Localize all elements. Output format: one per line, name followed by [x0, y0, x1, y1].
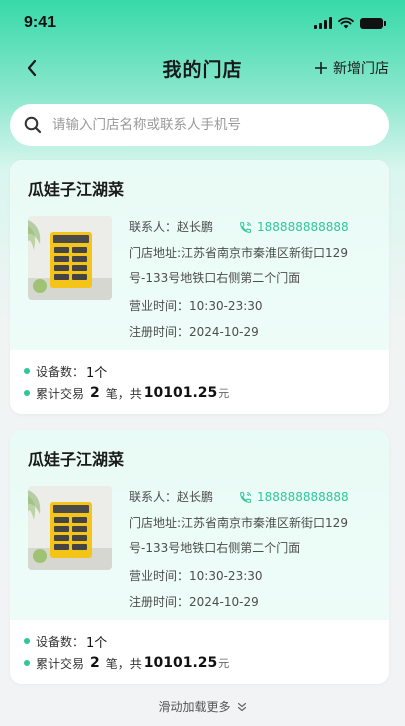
hours-label: 营业时间：: [129, 569, 190, 583]
store-hours: 营业时间：10:30-23:30: [129, 563, 377, 589]
store-reg-date: 注册时间：2024-10-29: [129, 319, 377, 345]
nav-bar: 我的门店 新增门店: [0, 46, 405, 90]
device-label: 设备数：: [36, 634, 85, 649]
store-stats: 设备数： 1个 累计交易 2 笔，共 10101.25 元: [10, 350, 389, 414]
search-input[interactable]: [52, 117, 352, 133]
store-stats: 设备数： 1个 累计交易 2 笔，共 10101.25 元: [10, 620, 389, 684]
device-label: 设备数：: [36, 364, 85, 379]
store-hours: 营业时间：10:30-23:30: [129, 293, 377, 319]
wifi-icon: [338, 17, 354, 29]
status-icons: [314, 17, 386, 29]
hours-value: 10:30-23:30: [189, 569, 263, 583]
trade-row: 累计交易 2 笔，共 10101.25 元: [24, 652, 373, 674]
phone-link[interactable]: 188888888888: [239, 484, 349, 510]
signal-icon: [314, 17, 332, 29]
hours-label: 营业时间：: [129, 299, 190, 313]
trade-unit: 元: [218, 657, 230, 670]
trade-unit: 元: [218, 387, 230, 400]
back-icon: [27, 59, 37, 77]
address-label: 门店地址:: [129, 516, 182, 530]
search-bar[interactable]: [10, 104, 389, 146]
device-count: 1个: [86, 635, 108, 651]
double-chevron-down-icon: [237, 702, 246, 711]
add-store-button[interactable]: 新增门店: [315, 58, 389, 78]
hours-value: 10:30-23:30: [189, 299, 263, 313]
store-address: 门店地址:江苏省南京市秦淮区新街口129号-133号地铁口右侧第二个门面: [129, 511, 377, 561]
trade-count: 2: [90, 655, 100, 671]
store-device-image: [28, 486, 112, 570]
store-name: 瓜娃子江湖菜: [28, 450, 125, 469]
store-card[interactable]: 瓜娃子江湖菜 联系人： 赵长鹏 188888888888 门店地址:江苏省南京市…: [10, 430, 389, 684]
dot-icon: [24, 638, 30, 644]
contact-label: 联系人：: [129, 490, 178, 504]
phone-icon: [240, 491, 251, 503]
status-time: 9:41: [24, 14, 57, 31]
add-store-label: 新增门店: [333, 61, 389, 77]
dot-icon: [24, 368, 30, 374]
store-reg-date: 注册时间：2024-10-29: [129, 589, 377, 615]
page-title: 我的门店: [162, 58, 243, 81]
store-info: 联系人： 赵长鹏 188888888888 门店地址:江苏省南京市秦淮区新街口1…: [129, 484, 377, 615]
phone-number: 188888888888: [257, 490, 349, 504]
plus-icon: [315, 62, 327, 74]
store-info: 联系人： 赵长鹏 188888888888 门店地址:江苏省南京市秦淮区新街口1…: [129, 214, 377, 345]
status-bar: 9:41: [0, 0, 405, 46]
trade-amount: 10101.25: [143, 655, 218, 671]
reg-value: 2024-10-29: [189, 325, 259, 339]
trade-label: 累计交易: [36, 656, 85, 671]
load-more-label: 滑动加载更多: [158, 700, 231, 714]
trade-amount: 10101.25: [143, 385, 218, 401]
trade-row: 累计交易 2 笔，共 10101.25 元: [24, 382, 373, 404]
device-count-row: 设备数： 1个: [24, 630, 373, 652]
trade-mid: 笔，共: [105, 656, 142, 671]
search-icon: [24, 116, 42, 134]
phone-link[interactable]: 188888888888: [239, 214, 349, 240]
reg-value: 2024-10-29: [189, 595, 259, 609]
contact-name: 赵长鹏: [177, 490, 214, 504]
dot-icon: [24, 660, 30, 666]
battery-icon: [360, 17, 386, 29]
contact-label: 联系人：: [129, 220, 178, 234]
store-card-header: 瓜娃子江湖菜 联系人： 赵长鹏 188888888888 门店地址:江苏省南京市…: [10, 160, 389, 350]
reg-label: 注册时间：: [129, 325, 190, 339]
trade-count: 2: [90, 385, 100, 401]
address-label: 门店地址:: [129, 246, 182, 260]
store-name: 瓜娃子江湖菜: [28, 180, 125, 199]
reg-label: 注册时间：: [129, 595, 190, 609]
phone-number: 188888888888: [257, 220, 349, 234]
store-device-image: [28, 216, 112, 300]
device-count-row: 设备数： 1个: [24, 360, 373, 382]
store-card-header: 瓜娃子江湖菜 联系人： 赵长鹏 188888888888 门店地址:江苏省南京市…: [10, 430, 389, 620]
back-button[interactable]: [20, 54, 44, 82]
store-card[interactable]: 瓜娃子江湖菜 联系人： 赵长鹏 188888888888 门店地址:江苏省南京市…: [10, 160, 389, 414]
contact-name: 赵长鹏: [177, 220, 214, 234]
device-count: 1个: [86, 365, 108, 381]
phone-icon: [240, 221, 251, 233]
load-more[interactable]: 滑动加载更多: [0, 698, 405, 715]
store-address: 门店地址:江苏省南京市秦淮区新街口129号-133号地铁口右侧第二个门面: [129, 241, 377, 291]
trade-label: 累计交易: [36, 386, 85, 401]
dot-icon: [24, 390, 30, 396]
trade-mid: 笔，共: [105, 386, 142, 401]
